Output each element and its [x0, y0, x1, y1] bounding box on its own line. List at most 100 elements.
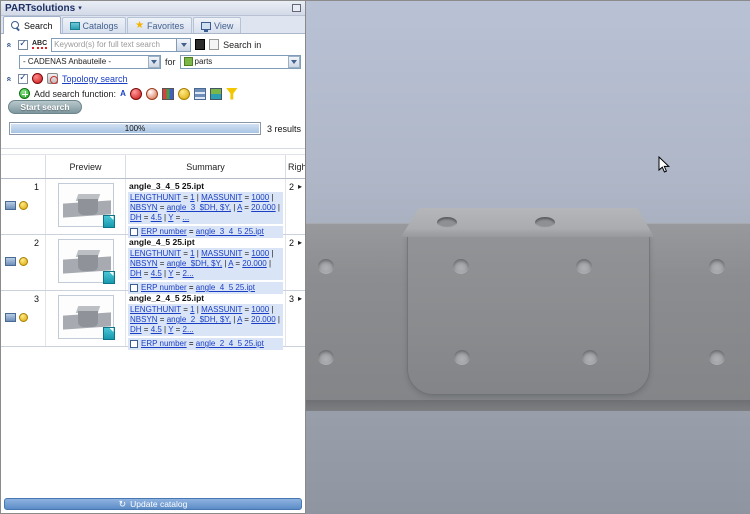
- filter-funnel-icon[interactable]: [225, 87, 238, 100]
- color-cube-function-icon[interactable]: [161, 87, 174, 100]
- collapse-chevron-icon[interactable]: «: [5, 40, 15, 49]
- keyword-input[interactable]: [51, 37, 178, 52]
- catalog-scope-row: - CADENAS Anbauteile - for parts: [5, 54, 301, 69]
- tab-catalogs[interactable]: Catalogs: [61, 17, 127, 33]
- shaded-sphere-function-icon[interactable]: [145, 87, 158, 100]
- tab-favorites[interactable]: ★ Favorites: [127, 17, 193, 33]
- catalog-dropdown-button[interactable]: [148, 55, 160, 68]
- part-preview-thumbnail[interactable]: [57, 295, 115, 340]
- dropdown-arrow-icon: [151, 59, 157, 64]
- cad-format-icon: [5, 201, 16, 210]
- plate-hole: [576, 259, 592, 274]
- expand-arrow-icon[interactable]: ▸: [298, 294, 302, 303]
- sphere-search-function-icon[interactable]: [129, 87, 142, 100]
- search-in-label: Search in: [223, 39, 262, 50]
- status-ball-icon: [19, 257, 28, 266]
- table-row[interactable]: 3 angle_2_4_5 25.ipt LENGTHUNIT = 1 | MA…: [1, 291, 305, 350]
- parts-cube-icon: [183, 57, 193, 66]
- dropdown-arrow-icon: [291, 59, 297, 64]
- 3d-viewport[interactable]: [306, 1, 750, 514]
- panel-titlebar[interactable]: PARTsolutions ▾: [1, 1, 305, 16]
- thumbnail-bracket-shape: [77, 311, 98, 327]
- tab-search-label: Search: [24, 20, 53, 31]
- part-preview-thumbnail[interactable]: [57, 183, 115, 228]
- table-row[interactable]: 1 angle_3_4_5 25.ipt LENGTHUNIT = 1 | MA…: [1, 179, 305, 238]
- coins-function-icon[interactable]: [177, 87, 190, 100]
- part-filename[interactable]: angle_3_4_5 25.ipt: [128, 180, 283, 192]
- tab-bar: Search Catalogs ★ Favorites View: [1, 16, 305, 34]
- topology-search-link[interactable]: Topology search: [62, 74, 128, 84]
- tab-view-label: View: [214, 20, 234, 31]
- scope-select[interactable]: parts: [179, 54, 301, 69]
- catalog-select-value: - CADENAS Anbauteile -: [23, 57, 112, 66]
- expand-arrow-icon[interactable]: ▸: [298, 238, 302, 247]
- tab-view[interactable]: View: [193, 17, 242, 33]
- col-header-summary[interactable]: Summary: [126, 155, 286, 178]
- results-table: Preview Summary Right 1: [1, 154, 305, 350]
- plate-hole: [709, 259, 725, 274]
- add-function-label: Add search function:: [34, 88, 117, 99]
- catalog-select[interactable]: - CADENAS Anbauteile -: [19, 54, 161, 69]
- layers-function-icon[interactable]: [193, 87, 206, 100]
- plate-hole: [454, 350, 470, 365]
- expand-arrow-icon[interactable]: ▸: [298, 182, 302, 191]
- topology-checkbox[interactable]: ✓: [18, 72, 28, 84]
- tab-search[interactable]: Search: [3, 16, 61, 34]
- right-col-value: 2: [289, 182, 295, 192]
- tab-catalogs-label: Catalogs: [82, 20, 119, 31]
- check-icon: ✓: [19, 72, 27, 82]
- status-ball-icon: [19, 201, 28, 210]
- erp-number[interactable]: ERP number = angle_2_4_5 25.ipt: [141, 339, 264, 349]
- table-header-row: Preview Summary Right: [1, 154, 305, 179]
- erp-line[interactable]: ERP number = angle_2_4_5 25.ipt: [128, 338, 283, 350]
- plate-bottom-edge: [306, 400, 750, 411]
- document-badge-icon: [102, 271, 115, 284]
- part-parameters[interactable]: LENGTHUNIT = 1 | MASSUNIT = 1000 | NBSYN…: [128, 192, 283, 224]
- search-panel: PARTsolutions ▾ Search Catalogs ★ Favori…: [1, 1, 306, 513]
- check-icon: ✓: [19, 38, 27, 48]
- plate-hole: [318, 259, 334, 274]
- bracket-part-face[interactable]: [407, 235, 650, 395]
- collapse-chevron-icon[interactable]: «: [5, 74, 15, 83]
- panel-title: PARTsolutions: [5, 2, 76, 14]
- flange-hole: [437, 217, 457, 228]
- right-col-value: 2: [289, 238, 295, 248]
- part-filename[interactable]: angle_4_5 25.ipt: [128, 236, 283, 248]
- col-header-preview[interactable]: Preview: [46, 155, 126, 178]
- document-badge-icon: [102, 327, 115, 340]
- topology-row: « ✓ Topology search: [5, 71, 301, 86]
- part-filename[interactable]: angle_2_4_5 25.ipt: [128, 292, 283, 304]
- cad-format-icon: [5, 313, 16, 322]
- part-parameters[interactable]: LENGTHUNIT = 1 | MASSUNIT = 1000 | NBSYN…: [128, 248, 283, 280]
- tab-favorites-label: Favorites: [147, 20, 185, 31]
- part-preview-thumbnail[interactable]: [57, 239, 115, 284]
- scope-dropdown-button[interactable]: [288, 55, 300, 68]
- col-header-right[interactable]: Right: [286, 155, 305, 178]
- separator: [1, 148, 305, 149]
- keyword-dropdown-button[interactable]: [177, 37, 192, 52]
- classification-tree-function-icon[interactable]: [209, 87, 222, 100]
- sketch-search-icon: [47, 73, 58, 84]
- start-search-label: Start search: [20, 102, 70, 112]
- case-sensitive-icon[interactable]: [195, 39, 206, 50]
- results-count: 3 results: [267, 124, 302, 134]
- part-parameters[interactable]: LENGTHUNIT = 1 | MASSUNIT = 1000 | NBSYN…: [128, 304, 283, 336]
- thumbnail-bracket-shape: [77, 199, 98, 215]
- dock-window-icon[interactable]: [292, 4, 301, 12]
- fold-corner: [109, 328, 114, 332]
- partsolutions-window: PARTsolutions ▾ Search Catalogs ★ Favori…: [0, 0, 750, 514]
- monitor-icon: [201, 21, 212, 32]
- fold-corner: [109, 216, 114, 220]
- add-plus-icon[interactable]: [19, 88, 30, 99]
- titlebar-caret-icon[interactable]: ▾: [78, 4, 82, 12]
- progress-percent: 100%: [124, 124, 146, 133]
- text-search-function-icon[interactable]: A: [120, 88, 126, 100]
- flange-hole: [535, 217, 555, 228]
- table-row[interactable]: 2 angle_4_5 25.ipt LENGTHUNIT = 1 | MASS…: [1, 235, 305, 294]
- fulltext-checkbox[interactable]: ✓: [18, 38, 28, 50]
- col-header-index[interactable]: [1, 155, 46, 178]
- update-catalog-button[interactable]: ↻ Update catalog: [4, 498, 302, 510]
- start-search-button[interactable]: Start search: [8, 100, 82, 114]
- whole-word-icon[interactable]: [209, 39, 220, 50]
- search-icon: [11, 20, 21, 31]
